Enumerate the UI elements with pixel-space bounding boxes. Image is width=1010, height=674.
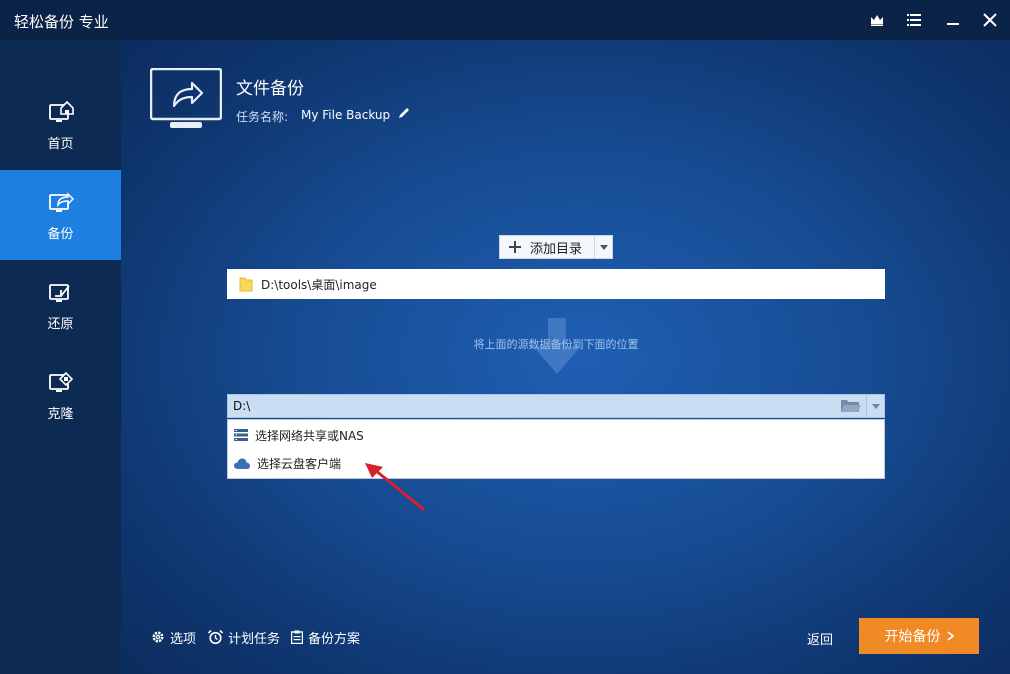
option-network-share[interactable]: 选择网络共享或NAS: [228, 421, 884, 449]
pencil-icon[interactable]: [397, 106, 411, 120]
sidebar-item-restore[interactable]: 还原: [0, 260, 121, 350]
cloud-icon: [234, 457, 250, 469]
page-title: 文件备份: [236, 79, 304, 99]
backup-icon: [48, 191, 74, 212]
start-backup-button[interactable]: 开始备份: [859, 618, 979, 654]
home-icon: [48, 100, 74, 122]
file-backup-monitor-icon: [150, 68, 222, 128]
start-backup-label: 开始备份: [884, 629, 941, 645]
open-folder-icon[interactable]: [836, 395, 866, 417]
folder-icon: [239, 277, 253, 292]
sidebar-item-clone[interactable]: 克隆: [0, 350, 121, 440]
clone-icon: [48, 371, 73, 392]
title-bar: 轻松备份 专业: [0, 0, 1010, 40]
task-name-value[interactable]: My File Backup: [301, 108, 390, 122]
destination-path: D:\: [233, 399, 251, 413]
destination-dropdown: 选择网络共享或NAS 选择云盘客户端: [227, 419, 885, 479]
options-label: 选项: [170, 631, 197, 647]
chevron-down-icon[interactable]: [866, 395, 884, 417]
app-title: 轻松备份 专业: [14, 13, 109, 31]
backup-hint: 将上面的源数据备份到下面的位置: [473, 338, 639, 351]
back-button[interactable]: 返回: [807, 629, 833, 648]
sidebar-item-label: 还原: [47, 316, 74, 332]
app-window: 轻松备份 专业 首页 备份 还原 克隆 文件备份 任务名称: My File B…: [0, 0, 1010, 674]
sidebar-item-label: 备份: [47, 226, 74, 242]
add-directory-button[interactable]: 添加目录: [499, 235, 613, 259]
sidebar-item-backup[interactable]: 备份: [0, 170, 121, 260]
menu-icon[interactable]: [901, 8, 927, 32]
sidebar-item-label: 首页: [47, 136, 74, 152]
network-server-icon: [234, 429, 248, 441]
plus-icon: [500, 236, 530, 258]
gear-icon: [152, 631, 164, 643]
source-path-box[interactable]: D:\tools\桌面\image: [227, 269, 885, 299]
minimize-icon[interactable]: [940, 8, 966, 32]
annotation-arrow-icon: [365, 463, 425, 511]
destination-path-field[interactable]: D:\: [227, 394, 885, 418]
clipboard-icon: [291, 630, 303, 644]
schedule-label: 计划任务: [228, 631, 281, 647]
restore-icon: [48, 283, 70, 302]
sidebar-item-label: 克隆: [47, 406, 74, 422]
backup-scheme-button[interactable]: 备份方案: [291, 627, 360, 647]
crown-icon[interactable]: [864, 8, 890, 32]
source-path: D:\tools\桌面\image: [261, 277, 377, 292]
option-label: 选择网络共享或NAS: [255, 428, 364, 443]
chevron-down-icon[interactable]: [594, 236, 612, 258]
sidebar: 首页 备份 还原 克隆: [0, 40, 121, 674]
options-button[interactable]: 选项: [151, 627, 196, 647]
close-icon[interactable]: [977, 8, 1003, 32]
add-directory-label: 添加目录: [530, 241, 583, 257]
task-name-label: 任务名称:: [236, 110, 289, 124]
option-label: 选择云盘客户端: [257, 456, 342, 471]
alarm-clock-icon: [208, 630, 223, 644]
schedule-button[interactable]: 计划任务: [208, 627, 280, 647]
main-panel: 文件备份 任务名称: My File Backup 添加目录 D:\tools\…: [121, 40, 1010, 674]
backup-scheme-label: 备份方案: [308, 631, 361, 647]
sidebar-item-home[interactable]: 首页: [0, 80, 121, 170]
chevron-right-icon: [947, 631, 954, 641]
option-cloud-client[interactable]: 选择云盘客户端: [228, 449, 884, 477]
